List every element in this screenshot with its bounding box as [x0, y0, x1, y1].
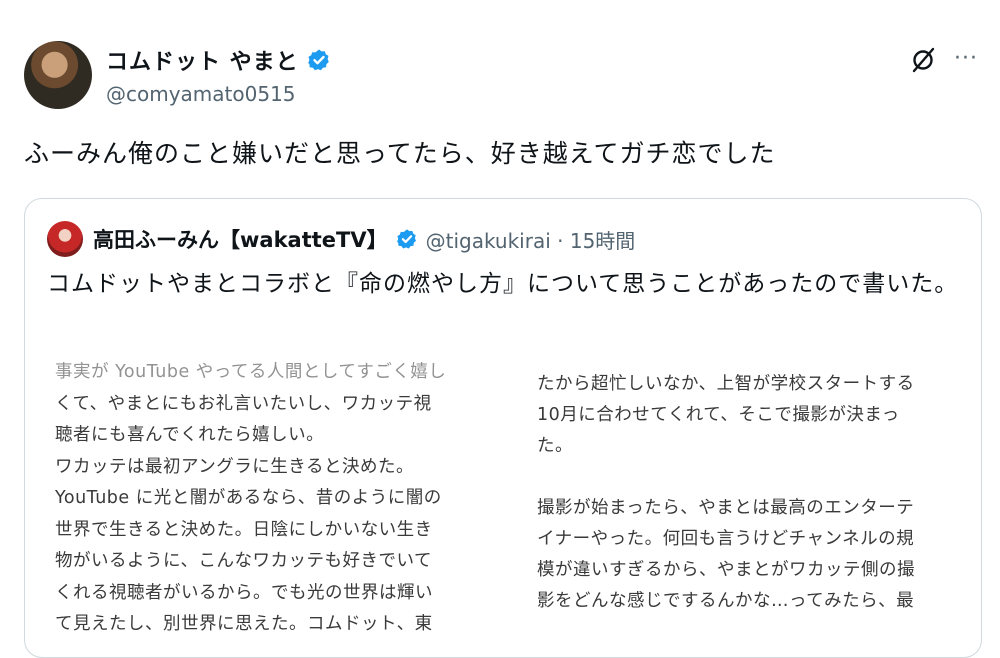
note-line: 世界で生きると決めた。日陰にしかいない生き [55, 519, 433, 540]
note-line: イナーやった。何回も言うけどチャンネルの規 [537, 529, 915, 549]
note-line: たから超忙しいなか、上智が学校スタートする [537, 374, 915, 394]
verified-badge-icon [307, 49, 329, 71]
tweet-text: ふーみん俺のこと嫌いだと思ってたら、好き越えてガチ恋でした [24, 139, 776, 168]
attached-note-image-right[interactable]: たから超忙しいなか、上智が学校スタートする 10月に合わせてくれて、そこで撮影が… [537, 369, 957, 617]
author-display-name[interactable]: コムドット やまと [106, 44, 299, 76]
quoted-author-avatar[interactable] [47, 221, 83, 257]
note-line: て見えたし、別世界に思えた。コムドット、東 [55, 614, 433, 634]
author-avatar[interactable] [24, 41, 92, 109]
note-line: 聴者にも喜んでくれたら嬉しい。 [55, 425, 325, 445]
note-line: 事実が YouTube やってる人間としてすごく嬉し [55, 362, 447, 382]
grok-icon[interactable] [908, 45, 938, 75]
note-line: た。 [537, 436, 573, 456]
note-line: YouTube に光と闇があるなら、昔のように闇の [55, 488, 442, 508]
note-line: ワカッテは最初アングラに生きると決めた。 [55, 456, 414, 477]
quoted-handle-and-time[interactable]: @tigakukirai · 15時間 [426, 225, 636, 254]
note-line: くて、やまとにもお礼言いたいし、ワカッテ視 [55, 393, 432, 414]
quoted-tweet-text: コムドットやまとコラボと『命の燃やし方』について思うことがあったので書いた。 [47, 271, 959, 297]
quoted-tweet[interactable]: 高田ふーみん【wakatteTV】 @tigakukirai · 15時間 コム… [24, 198, 982, 658]
more-options-icon[interactable]: ··· [954, 46, 978, 71]
quoted-author-name[interactable]: 高田ふーみん【wakatteTV】 [93, 224, 388, 254]
note-line: 10月に合わせてくれて、そこで撮影が決まっ [537, 405, 900, 425]
attached-note-image-left[interactable]: 事実が YouTube やってる人間としてすごく嬉し くて、やまとにもお礼言いた… [55, 357, 495, 641]
author-handle[interactable]: @comyamato0515 [106, 82, 296, 106]
note-line: 撮影が始まったら、やまとは最高のエンターテ [537, 498, 915, 518]
quoted-verified-badge-icon [396, 229, 416, 249]
author-name-row: コムドット やまと [106, 44, 331, 76]
note-line: 物がいるように、こんなワカッテも好きでいて [55, 551, 432, 571]
note-line: 影をどんな感じでするんかな…ってみたら、最 [537, 591, 915, 611]
note-line: 模が違いすぎるから、やまとがワカッテ側の撮 [537, 560, 915, 580]
quoted-author-row: 高田ふーみん【wakatteTV】 @tigakukirai · 15時間 [93, 224, 635, 254]
note-line: くれる視聴者がいるから。でも光の世界は輝い [55, 582, 433, 603]
